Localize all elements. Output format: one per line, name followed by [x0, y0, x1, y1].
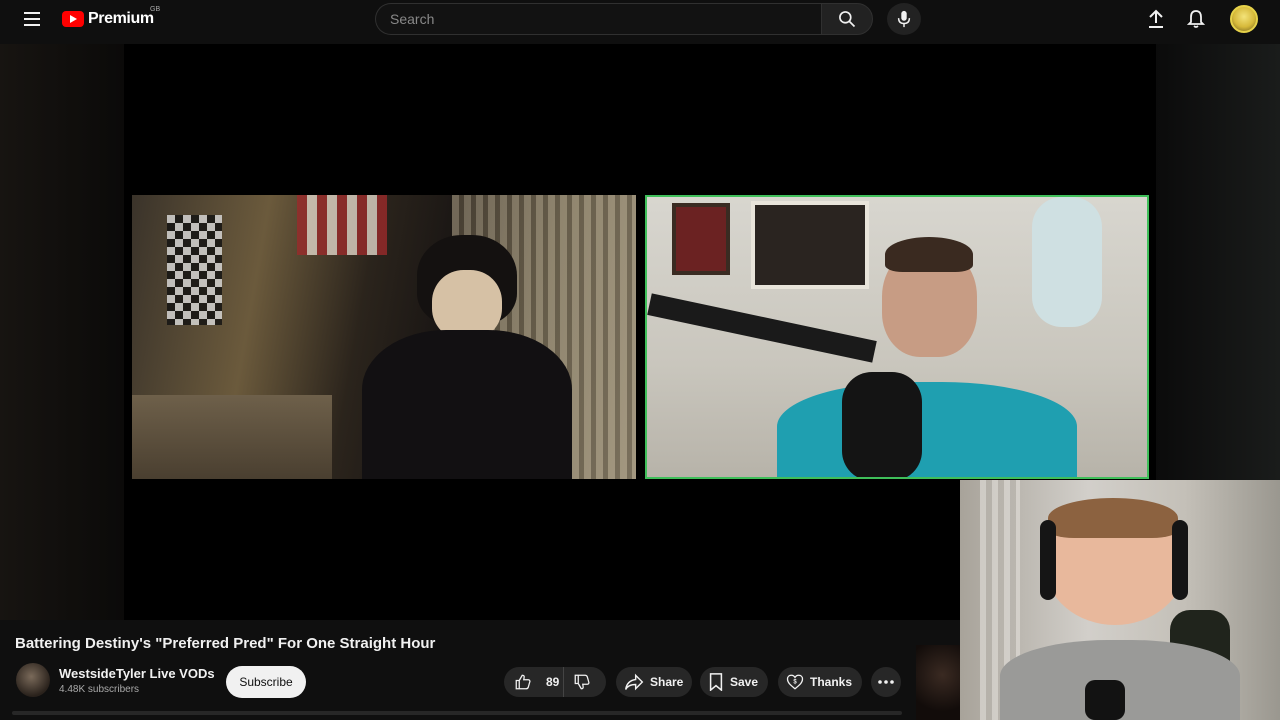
- thanks-label: Thanks: [810, 675, 853, 689]
- thanks-button[interactable]: $ Thanks: [778, 667, 862, 697]
- subscriber-count: 4.48K subscribers: [59, 684, 140, 695]
- bookmark-icon: [709, 673, 723, 691]
- search-button[interactable]: [821, 3, 873, 35]
- svg-text:$: $: [793, 680, 797, 686]
- thumbs-down-icon: [574, 674, 590, 690]
- more-actions-button[interactable]: [871, 667, 901, 697]
- share-label: Share: [650, 675, 684, 689]
- youtube-logo-icon: [62, 11, 84, 27]
- account-avatar[interactable]: [1230, 5, 1258, 33]
- upload-icon[interactable]: [1145, 8, 1167, 30]
- recommended-thumbnail[interactable]: [916, 645, 960, 720]
- dislike-button[interactable]: [564, 667, 606, 697]
- share-button[interactable]: Share: [616, 667, 692, 697]
- bell-icon[interactable]: [1185, 8, 1207, 30]
- description-divider: [12, 711, 902, 715]
- thanks-heart-icon: $: [786, 674, 804, 690]
- more-horizontal-icon: [878, 680, 894, 684]
- video-title: Battering Destiny's "Preferred Pred" For…: [15, 635, 436, 652]
- search-icon: [839, 11, 856, 28]
- channel-avatar[interactable]: [16, 663, 50, 697]
- share-icon: [624, 673, 644, 691]
- thumbs-up-icon: [515, 674, 531, 690]
- search-input[interactable]: [375, 3, 821, 35]
- video-feed-left: [132, 195, 636, 479]
- search-bar: [375, 3, 873, 35]
- top-bar: Premium GB: [0, 0, 1280, 38]
- like-button[interactable]: 89: [504, 667, 564, 697]
- like-count: 89: [546, 675, 560, 689]
- mic-icon: [897, 10, 911, 28]
- logo-text: Premium: [88, 10, 154, 27]
- webcam-overlay: [960, 480, 1280, 720]
- save-label: Save: [730, 675, 759, 689]
- menu-icon[interactable]: [18, 7, 46, 31]
- video-feed-right: [645, 195, 1149, 479]
- channel-name[interactable]: WestsideTyler Live VODs: [59, 666, 215, 681]
- like-dislike-group: 89: [504, 667, 606, 697]
- video-info: Battering Destiny's "Preferred Pred" For…: [0, 620, 960, 720]
- logo-region: GB: [150, 6, 161, 13]
- player-backdrop-left: [0, 44, 124, 620]
- voice-search-button[interactable]: [887, 3, 921, 35]
- subscribe-button[interactable]: Subscribe: [226, 666, 306, 698]
- save-button[interactable]: Save: [700, 667, 768, 697]
- youtube-premium-logo[interactable]: Premium: [62, 9, 154, 29]
- video-player[interactable]: [0, 44, 1280, 720]
